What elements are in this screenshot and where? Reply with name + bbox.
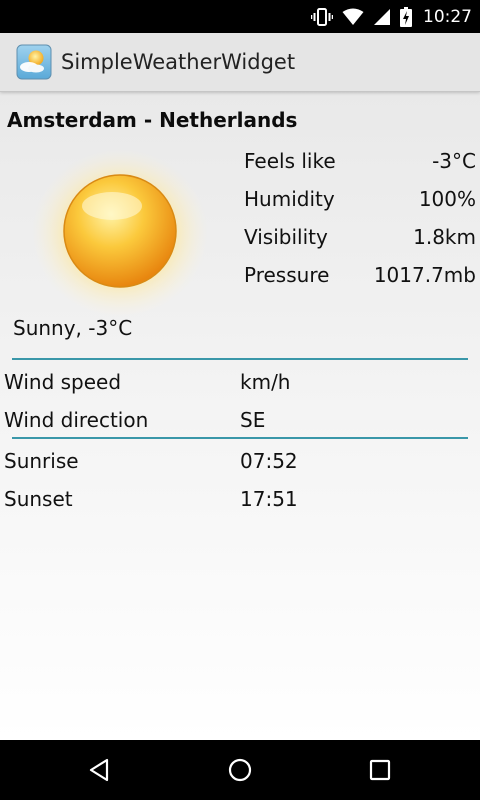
signal-icon bbox=[374, 8, 390, 25]
location-title: Amsterdam - Netherlands bbox=[7, 108, 298, 132]
recents-icon bbox=[369, 759, 391, 781]
weather-content: Amsterdam - Netherlands Feels like -3°C … bbox=[0, 92, 480, 740]
stat-label: Humidity bbox=[244, 187, 335, 211]
action-bar: SimpleWeatherWidget bbox=[0, 33, 480, 92]
vibrate-icon bbox=[311, 7, 333, 26]
status-bar: 10:27 bbox=[0, 0, 480, 33]
stat-feels-like: Feels like -3°C bbox=[244, 149, 476, 173]
stat-value: 1.8km bbox=[413, 225, 476, 249]
stat-pressure: Pressure 1017.7mb bbox=[244, 263, 476, 287]
app-title: SimpleWeatherWidget bbox=[61, 50, 296, 74]
sun-icon bbox=[32, 149, 208, 317]
stat-value: -3°C bbox=[432, 149, 476, 173]
row-value: SE bbox=[240, 408, 266, 432]
row-wind-direction: Wind direction SE bbox=[4, 408, 476, 432]
stat-value: 1017.7mb bbox=[373, 263, 476, 287]
row-value: 07:52 bbox=[240, 449, 298, 473]
stat-label: Visibility bbox=[244, 225, 328, 249]
recents-button[interactable] bbox=[362, 752, 398, 788]
stat-value: 100% bbox=[418, 187, 476, 211]
row-label: Wind direction bbox=[4, 408, 149, 432]
row-label: Sunrise bbox=[4, 449, 79, 473]
status-time: 10:27 bbox=[423, 6, 472, 27]
row-label: Wind speed bbox=[4, 370, 122, 394]
stat-label: Pressure bbox=[244, 263, 330, 287]
divider bbox=[12, 358, 468, 360]
weather-app-icon bbox=[16, 44, 52, 80]
battery-charging-icon bbox=[400, 6, 412, 27]
weather-condition: Sunny, -3°C bbox=[13, 316, 133, 340]
row-wind-speed: Wind speed km/h bbox=[4, 370, 476, 394]
row-sunrise: Sunrise 07:52 bbox=[4, 449, 476, 473]
home-icon bbox=[228, 758, 252, 782]
stat-label: Feels like bbox=[244, 149, 336, 173]
home-button[interactable] bbox=[222, 752, 258, 788]
row-value: km/h bbox=[240, 370, 291, 394]
wifi-icon bbox=[342, 8, 364, 25]
row-sunset: Sunset 17:51 bbox=[4, 487, 476, 511]
back-button[interactable] bbox=[82, 752, 118, 788]
stat-visibility: Visibility 1.8km bbox=[244, 225, 476, 249]
row-value: 17:51 bbox=[240, 487, 298, 511]
status-icons: 10:27 bbox=[311, 0, 472, 33]
back-icon bbox=[89, 758, 109, 782]
navigation-bar bbox=[0, 740, 480, 800]
divider bbox=[12, 437, 468, 439]
stat-humidity: Humidity 100% bbox=[244, 187, 476, 211]
row-label: Sunset bbox=[4, 487, 73, 511]
